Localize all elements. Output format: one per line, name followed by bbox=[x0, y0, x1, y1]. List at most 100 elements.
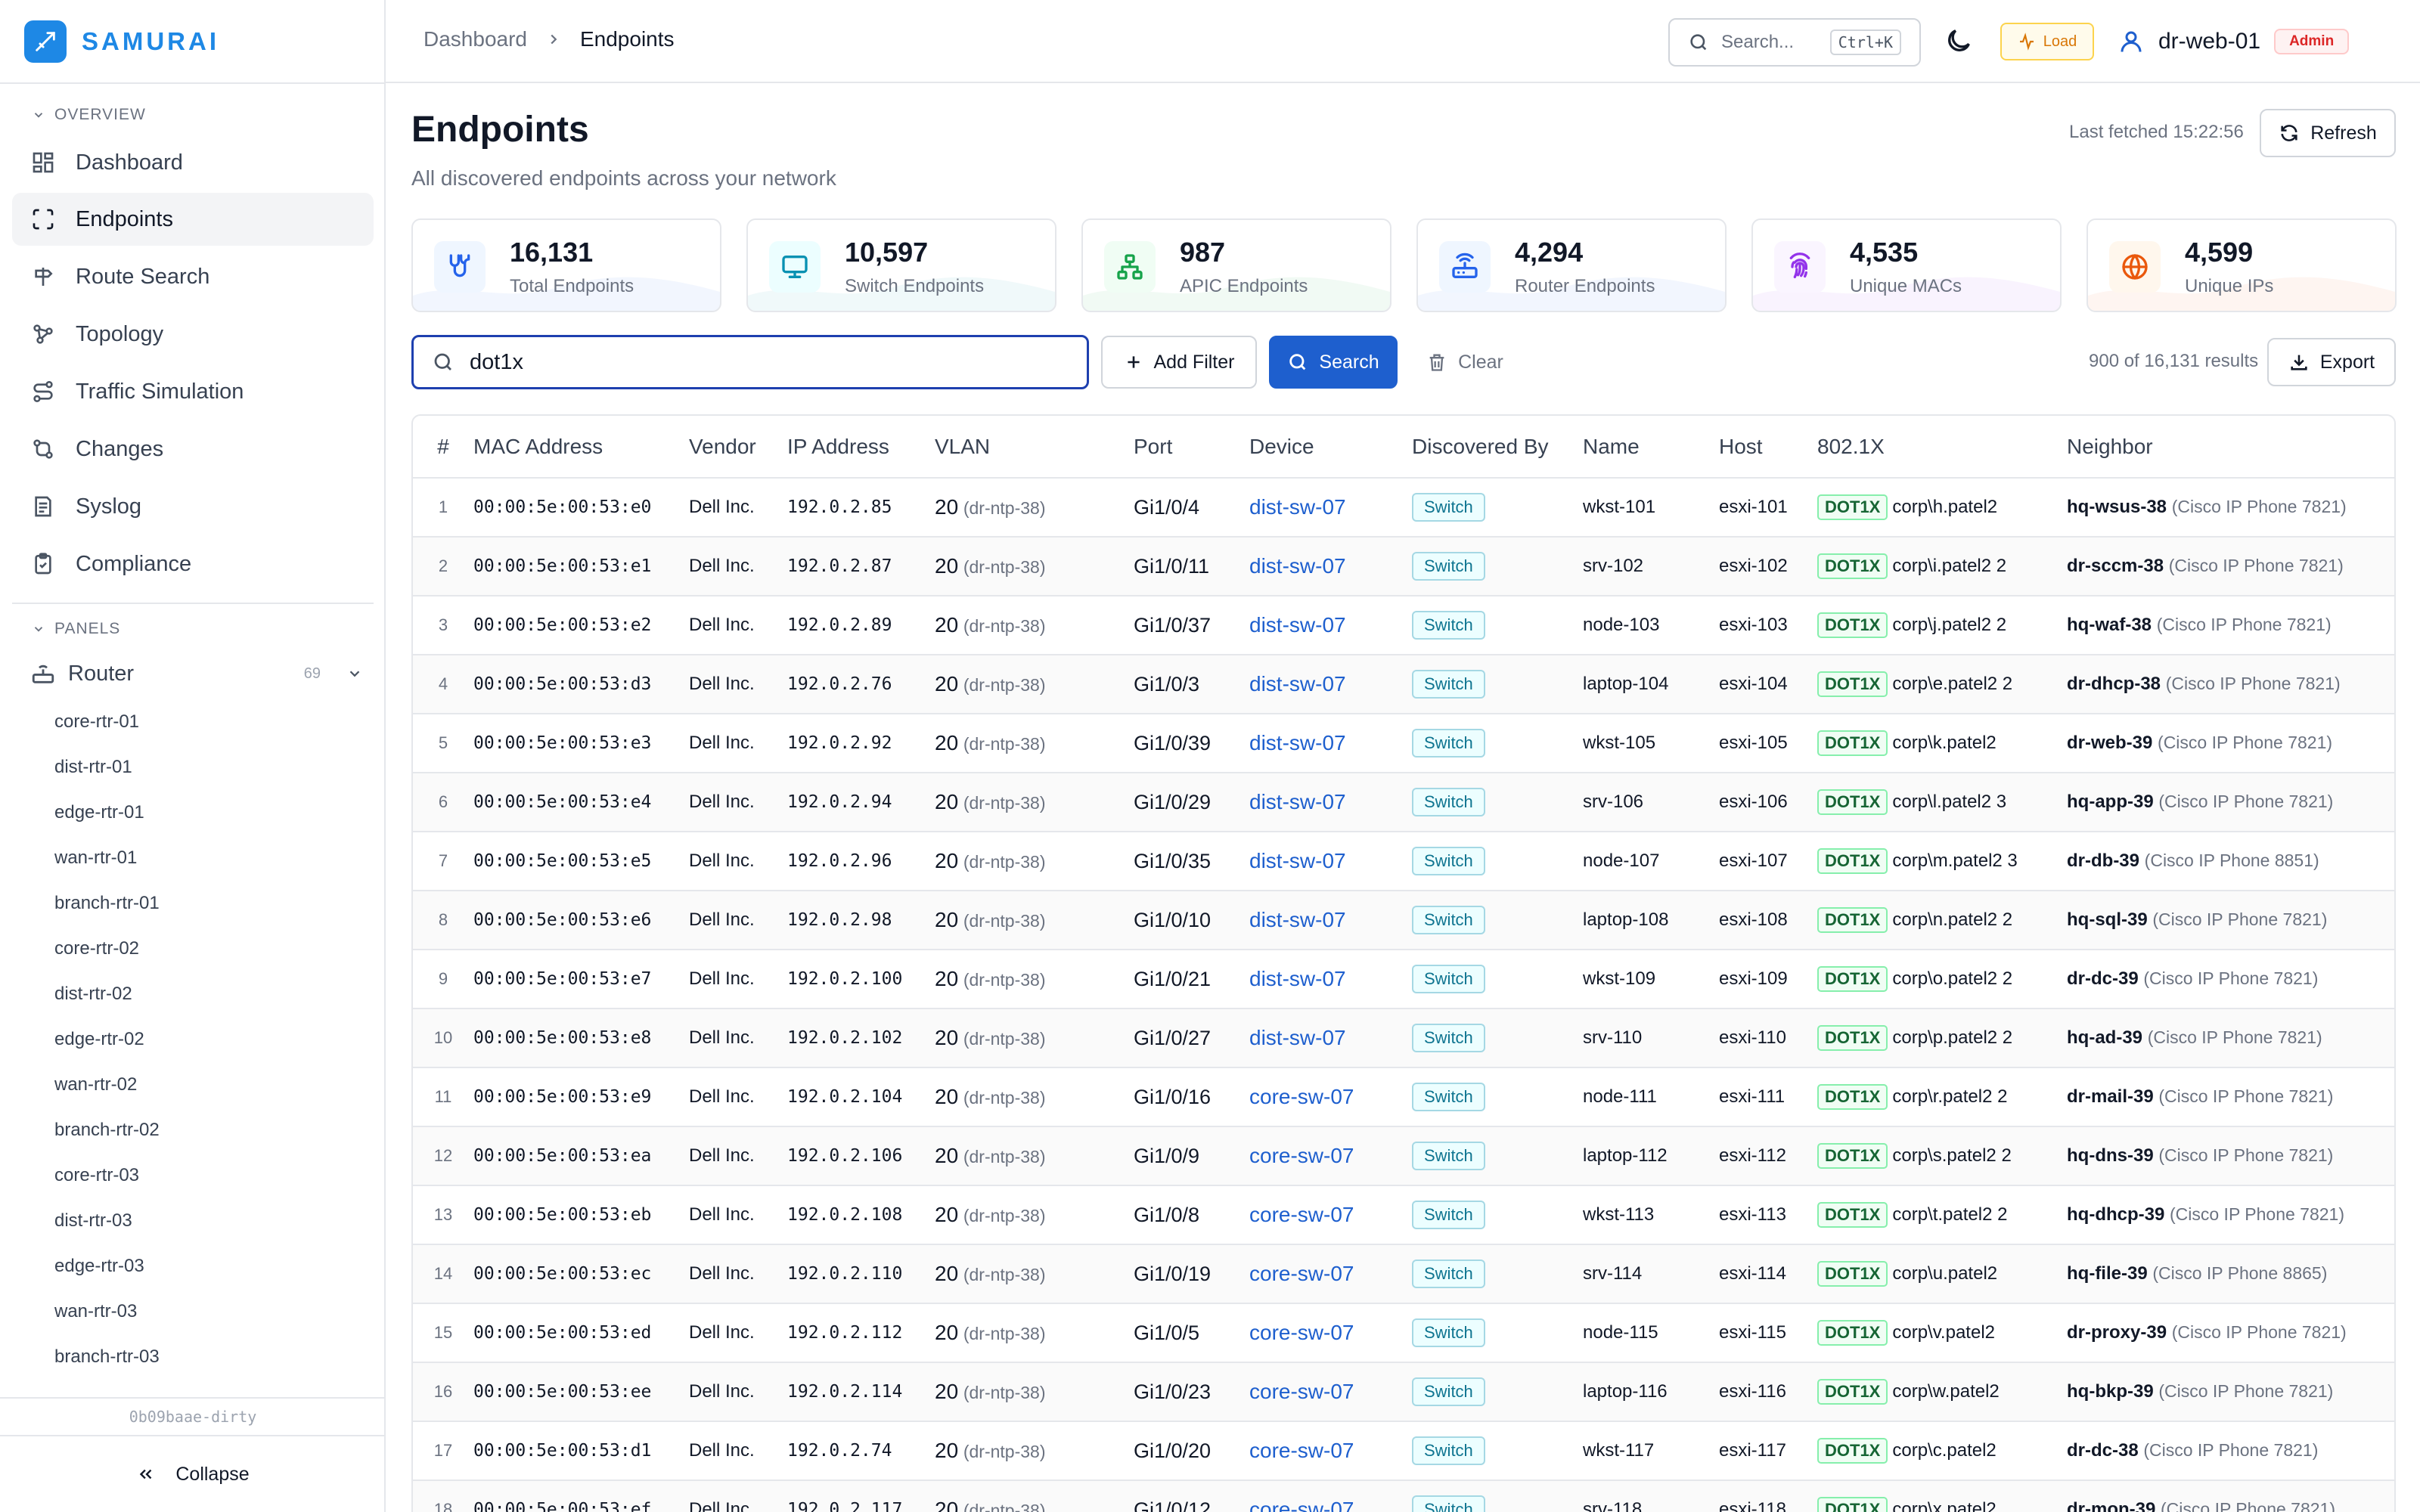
device-link[interactable]: core-sw-07 bbox=[1249, 1321, 1354, 1344]
router-item[interactable]: core-rtr-03 bbox=[54, 1165, 139, 1186]
router-item[interactable]: branch-rtr-01 bbox=[54, 893, 160, 914]
column-header[interactable]: MAC Address bbox=[473, 416, 689, 479]
table-row[interactable]: 17 00:00:5e:00:53:d1 Dell Inc. 192.0.2.74 20… bbox=[413, 1421, 2394, 1481]
device-link[interactable]: dist-sw-07 bbox=[1249, 967, 1346, 990]
device-link[interactable]: dist-sw-07 bbox=[1249, 731, 1346, 754]
router-item[interactable]: dist-rtr-01 bbox=[54, 757, 132, 778]
vlan-cell: 20 (dr-ntp-38) bbox=[935, 773, 1134, 832]
device-link[interactable]: dist-sw-07 bbox=[1249, 672, 1346, 696]
user-menu[interactable]: dr-web-01 Admin bbox=[2118, 23, 2350, 60]
nav-label: Route Search bbox=[76, 264, 210, 289]
router-item[interactable]: core-rtr-01 bbox=[54, 711, 139, 733]
endpoint-search-input[interactable] bbox=[470, 349, 1060, 375]
router-item[interactable]: core-rtr-02 bbox=[54, 938, 139, 959]
device-link[interactable]: dist-sw-07 bbox=[1249, 790, 1346, 813]
column-header[interactable]: Port bbox=[1134, 416, 1249, 479]
table-row[interactable]: 14 00:00:5e:00:53:ec Dell Inc. 192.0.2.110 2… bbox=[413, 1244, 2394, 1304]
neighbor-model: (Cisco IP Phone 7821) bbox=[2171, 1322, 2347, 1342]
column-header[interactable]: 802.1X bbox=[1817, 416, 2067, 479]
column-header[interactable]: Name bbox=[1583, 416, 1719, 479]
add-filter-button[interactable]: Add Filter bbox=[1101, 336, 1257, 389]
column-header[interactable]: Discovered By bbox=[1412, 416, 1583, 479]
router-item[interactable]: dist-rtr-02 bbox=[54, 984, 132, 1005]
table-row[interactable]: 5 00:00:5e:00:53:e3 Dell Inc. 192.0.2.92 20 … bbox=[413, 714, 2394, 773]
nav-syslog[interactable]: Syslog bbox=[12, 480, 374, 533]
nav-endpoints[interactable]: Endpoints bbox=[12, 193, 374, 246]
overview-section-toggle[interactable]: OVERVIEW bbox=[32, 106, 146, 124]
search-button[interactable]: Search bbox=[1269, 336, 1398, 389]
table-row[interactable]: 12 00:00:5e:00:53:ea Dell Inc. 192.0.2.106 2… bbox=[413, 1126, 2394, 1186]
stat-value: 987 bbox=[1180, 237, 1226, 268]
device-link[interactable]: dist-sw-07 bbox=[1249, 908, 1346, 931]
router-item[interactable]: branch-rtr-02 bbox=[54, 1120, 160, 1141]
breadcrumb-dashboard[interactable]: Dashboard bbox=[424, 27, 527, 51]
router-item[interactable]: wan-rtr-02 bbox=[54, 1074, 137, 1095]
vlan-cell: 20 (dr-ntp-38) bbox=[935, 1185, 1134, 1245]
table-row[interactable]: 11 00:00:5e:00:53:e9 Dell Inc. 192.0.2.104 2… bbox=[413, 1067, 2394, 1127]
table-row[interactable]: 15 00:00:5e:00:53:ed Dell Inc. 192.0.2.112 2… bbox=[413, 1303, 2394, 1363]
table-row[interactable]: 7 00:00:5e:00:53:e5 Dell Inc. 192.0.2.96 20 … bbox=[413, 832, 2394, 891]
global-search[interactable]: Search... Ctrl+K bbox=[1668, 18, 1921, 67]
table-row[interactable]: 8 00:00:5e:00:53:e6 Dell Inc. 192.0.2.98 20 … bbox=[413, 891, 2394, 950]
router-item[interactable]: edge-rtr-01 bbox=[54, 802, 144, 823]
device-link[interactable]: core-sw-07 bbox=[1249, 1144, 1354, 1167]
table-row[interactable]: 2 00:00:5e:00:53:e1 Dell Inc. 192.0.2.87 20 … bbox=[413, 537, 2394, 596]
device-link[interactable]: core-sw-07 bbox=[1249, 1380, 1354, 1403]
dot1x-badge: DOT1X bbox=[1817, 848, 1888, 874]
column-header[interactable]: Host bbox=[1719, 416, 1817, 479]
clear-button[interactable]: Clear bbox=[1416, 336, 1514, 389]
endpoint-name: srv-102 bbox=[1583, 537, 1719, 596]
table-row[interactable]: 3 00:00:5e:00:53:e2 Dell Inc. 192.0.2.89 20 … bbox=[413, 596, 2394, 655]
load-button[interactable]: Load bbox=[2000, 23, 2094, 60]
device-link[interactable]: dist-sw-07 bbox=[1249, 495, 1346, 519]
router-item[interactable]: edge-rtr-02 bbox=[54, 1029, 144, 1050]
router-panel-toggle[interactable]: Router 69 bbox=[30, 655, 363, 692]
table-row[interactable]: 13 00:00:5e:00:53:eb Dell Inc. 192.0.2.108 2… bbox=[413, 1185, 2394, 1245]
table-row[interactable]: 4 00:00:5e:00:53:d3 Dell Inc. 192.0.2.76 20 … bbox=[413, 655, 2394, 714]
column-header[interactable]: IP Address bbox=[787, 416, 935, 479]
device-link[interactable]: core-sw-07 bbox=[1249, 1203, 1354, 1226]
column-header[interactable]: Vendor bbox=[689, 416, 787, 479]
table-row[interactable]: 1 00:00:5e:00:53:e0 Dell Inc. 192.0.2.85 20 … bbox=[413, 478, 2394, 538]
table-row[interactable]: 16 00:00:5e:00:53:ee Dell Inc. 192.0.2.114 2… bbox=[413, 1362, 2394, 1422]
device-link[interactable]: core-sw-07 bbox=[1249, 1439, 1354, 1462]
router-item[interactable]: wan-rtr-03 bbox=[54, 1301, 137, 1322]
device-link[interactable]: dist-sw-07 bbox=[1249, 613, 1346, 637]
table-row[interactable]: 10 00:00:5e:00:53:e8 Dell Inc. 192.0.2.102 2… bbox=[413, 1009, 2394, 1068]
device-link[interactable]: core-sw-07 bbox=[1249, 1498, 1354, 1512]
neighbor-cell: hq-bkp-39 (Cisco IP Phone 7821) bbox=[2067, 1362, 2394, 1422]
router-item[interactable]: dist-rtr-03 bbox=[54, 1210, 132, 1232]
nav-dashboard[interactable]: Dashboard bbox=[12, 136, 374, 189]
router-item[interactable]: wan-rtr-01 bbox=[54, 847, 137, 869]
device-link[interactable]: dist-sw-07 bbox=[1249, 1026, 1346, 1049]
table-row[interactable]: 6 00:00:5e:00:53:e4 Dell Inc. 192.0.2.94 20 … bbox=[413, 773, 2394, 832]
column-header[interactable]: Device bbox=[1249, 416, 1412, 479]
nav-traffic-simulation[interactable]: Traffic Simulation bbox=[12, 365, 374, 418]
table-row[interactable]: 18 00:00:5e:00:53:ef Dell Inc. 192.0.2.117 2… bbox=[413, 1480, 2394, 1512]
nav-route-search[interactable]: Route Search bbox=[12, 250, 374, 303]
column-header[interactable]: Neighbor bbox=[2067, 416, 2394, 479]
device-link[interactable]: dist-sw-07 bbox=[1249, 849, 1346, 872]
dot1x-user: corp\s.patel2 2 bbox=[1892, 1145, 2012, 1166]
endpoint-search-field[interactable] bbox=[411, 335, 1089, 389]
nav-compliance[interactable]: Compliance bbox=[12, 538, 374, 590]
nav-topology[interactable]: Topology bbox=[12, 308, 374, 361]
moon-icon[interactable] bbox=[1944, 26, 1974, 56]
collapse-button[interactable]: Collapse bbox=[0, 1452, 386, 1497]
panels-section-toggle[interactable]: PANELS bbox=[32, 620, 120, 638]
export-button[interactable]: Export bbox=[2267, 338, 2396, 386]
vlan-id: 20 bbox=[935, 613, 959, 637]
brand[interactable]: SAMURAI bbox=[24, 20, 219, 64]
column-header[interactable]: VLAN bbox=[935, 416, 1134, 479]
nav-changes[interactable]: Changes bbox=[12, 423, 374, 476]
device-link[interactable]: dist-sw-07 bbox=[1249, 554, 1346, 578]
column-header[interactable]: # bbox=[413, 416, 473, 479]
chevron-down-icon bbox=[34, 627, 43, 632]
router-item[interactable]: branch-rtr-03 bbox=[54, 1346, 160, 1368]
device-link[interactable]: core-sw-07 bbox=[1249, 1262, 1354, 1285]
table-row[interactable]: 9 00:00:5e:00:53:e7 Dell Inc. 192.0.2.100 20… bbox=[413, 950, 2394, 1009]
refresh-button[interactable]: Refresh bbox=[2260, 109, 2396, 157]
router-item[interactable]: edge-rtr-03 bbox=[54, 1256, 144, 1277]
device-link[interactable]: core-sw-07 bbox=[1249, 1085, 1354, 1108]
host: esxi-116 bbox=[1719, 1362, 1817, 1422]
